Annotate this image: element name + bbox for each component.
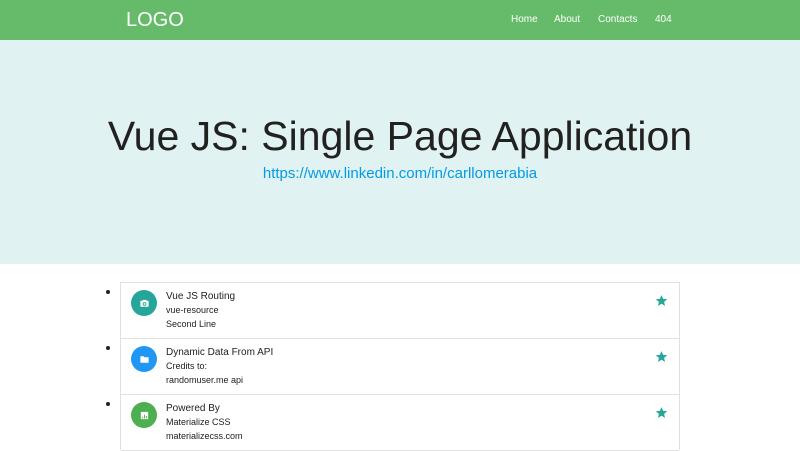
hero-section: Vue JS: Single Page Application https://… [0,40,800,264]
item-line: Credits to: [166,361,208,371]
item-line: materializecss.com [166,431,243,441]
chart-icon [131,402,157,428]
collection-list: Vue JS Routing vue-resource Second Line … [120,282,680,451]
navbar: LOGO Home About Contacts 404 [0,0,800,40]
item-title: Powered By [166,403,220,414]
star-icon[interactable] [655,406,668,419]
list-item: Powered By Materialize CSS materializecs… [121,395,679,451]
nav-about-link[interactable]: About [554,0,580,40]
list-item: Dynamic Data From API Credits to: random… [121,339,679,395]
item-title: Vue JS Routing [166,291,236,302]
list-item: Vue JS Routing vue-resource Second Line [121,283,679,339]
star-icon[interactable] [655,350,668,363]
item-line: Materialize CSS [166,417,231,427]
star-icon[interactable] [655,294,668,307]
nav-contacts-link[interactable]: Contacts [598,0,637,40]
linkedin-link[interactable]: https://www.linkedin.com/in/carllomerabi… [0,164,800,184]
item-title: Dynamic Data From API [166,347,274,358]
item-line: Second Line [166,319,217,329]
item-line: randomuser.me api [166,375,244,385]
nav-404-link[interactable]: 404 [655,0,672,40]
folder-icon [131,346,157,372]
item-line: vue-resource [166,305,219,315]
page-title: Vue JS: Single Page Application [107,113,693,159]
logo-link[interactable]: LOGO [126,7,184,33]
nav-home-link[interactable]: Home [511,0,538,40]
camera-icon [131,290,157,316]
